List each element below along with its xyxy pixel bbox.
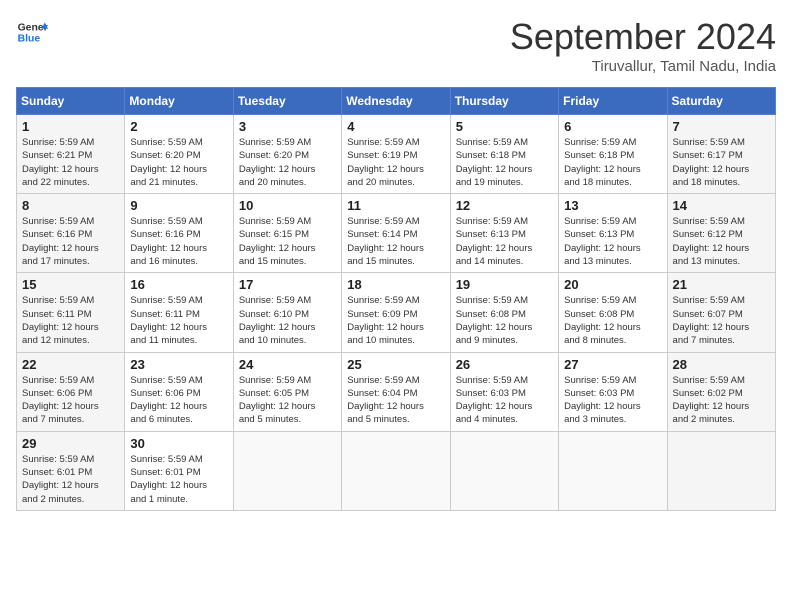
day-26: 26 Sunrise: 5:59 AMSunset: 6:03 PMDaylig…: [450, 352, 558, 431]
empty-cell-5: [667, 431, 775, 510]
col-saturday: Saturday: [667, 88, 775, 115]
logo: General Blue: [16, 16, 48, 48]
day-1: 1 Sunrise: 5:59 AMSunset: 6:21 PMDayligh…: [17, 115, 125, 194]
day-27: 27 Sunrise: 5:59 AMSunset: 6:03 PMDaylig…: [559, 352, 667, 431]
day-21: 21 Sunrise: 5:59 AMSunset: 6:07 PMDaylig…: [667, 273, 775, 352]
day-17: 17 Sunrise: 5:59 AMSunset: 6:10 PMDaylig…: [233, 273, 341, 352]
day-20: 20 Sunrise: 5:59 AMSunset: 6:08 PMDaylig…: [559, 273, 667, 352]
day-28: 28 Sunrise: 5:59 AMSunset: 6:02 PMDaylig…: [667, 352, 775, 431]
col-tuesday: Tuesday: [233, 88, 341, 115]
day-25: 25 Sunrise: 5:59 AMSunset: 6:04 PMDaylig…: [342, 352, 450, 431]
day-23: 23 Sunrise: 5:59 AMSunset: 6:06 PMDaylig…: [125, 352, 233, 431]
day-5: 5 Sunrise: 5:59 AMSunset: 6:18 PMDayligh…: [450, 115, 558, 194]
day-14: 14 Sunrise: 5:59 AMSunset: 6:12 PMDaylig…: [667, 194, 775, 273]
calendar-table: Sunday Monday Tuesday Wednesday Thursday…: [16, 87, 776, 511]
day-3: 3 Sunrise: 5:59 AMSunset: 6:20 PMDayligh…: [233, 115, 341, 194]
day-15: 15 Sunrise: 5:59 AMSunset: 6:11 PMDaylig…: [17, 273, 125, 352]
day-10: 10 Sunrise: 5:59 AMSunset: 6:15 PMDaylig…: [233, 194, 341, 273]
col-thursday: Thursday: [450, 88, 558, 115]
empty-cell-2: [342, 431, 450, 510]
logo-icon: General Blue: [16, 16, 48, 48]
empty-cell-1: [233, 431, 341, 510]
empty-cell-3: [450, 431, 558, 510]
week-row-1: 1 Sunrise: 5:59 AMSunset: 6:21 PMDayligh…: [17, 115, 776, 194]
day-16: 16 Sunrise: 5:59 AMSunset: 6:11 PMDaylig…: [125, 273, 233, 352]
day-7: 7 Sunrise: 5:59 AMSunset: 6:17 PMDayligh…: [667, 115, 775, 194]
day-6: 6 Sunrise: 5:59 AMSunset: 6:18 PMDayligh…: [559, 115, 667, 194]
header-row: Sunday Monday Tuesday Wednesday Thursday…: [17, 88, 776, 115]
day-24: 24 Sunrise: 5:59 AMSunset: 6:05 PMDaylig…: [233, 352, 341, 431]
day-2: 2 Sunrise: 5:59 AMSunset: 6:20 PMDayligh…: [125, 115, 233, 194]
day-8: 8 Sunrise: 5:59 AMSunset: 6:16 PMDayligh…: [17, 194, 125, 273]
day-22: 22 Sunrise: 5:59 AMSunset: 6:06 PMDaylig…: [17, 352, 125, 431]
week-row-3: 15 Sunrise: 5:59 AMSunset: 6:11 PMDaylig…: [17, 273, 776, 352]
day-12: 12 Sunrise: 5:59 AMSunset: 6:13 PMDaylig…: [450, 194, 558, 273]
day-30: 30 Sunrise: 5:59 AMSunset: 6:01 PMDaylig…: [125, 431, 233, 510]
col-sunday: Sunday: [17, 88, 125, 115]
week-row-5: 29 Sunrise: 5:59 AMSunset: 6:01 PMDaylig…: [17, 431, 776, 510]
day-9: 9 Sunrise: 5:59 AMSunset: 6:16 PMDayligh…: [125, 194, 233, 273]
col-friday: Friday: [559, 88, 667, 115]
title-area: September 2024 Tiruvallur, Tamil Nadu, I…: [510, 16, 776, 75]
day-13: 13 Sunrise: 5:59 AMSunset: 6:13 PMDaylig…: [559, 194, 667, 273]
svg-text:Blue: Blue: [18, 34, 41, 45]
header: General Blue September 2024 Tiruvallur, …: [16, 16, 776, 75]
day-4: 4 Sunrise: 5:59 AMSunset: 6:19 PMDayligh…: [342, 115, 450, 194]
week-row-4: 22 Sunrise: 5:59 AMSunset: 6:06 PMDaylig…: [17, 352, 776, 431]
day-11: 11 Sunrise: 5:59 AMSunset: 6:14 PMDaylig…: [342, 194, 450, 273]
col-wednesday: Wednesday: [342, 88, 450, 115]
week-row-2: 8 Sunrise: 5:59 AMSunset: 6:16 PMDayligh…: [17, 194, 776, 273]
day-29: 29 Sunrise: 5:59 AMSunset: 6:01 PMDaylig…: [17, 431, 125, 510]
day-18: 18 Sunrise: 5:59 AMSunset: 6:09 PMDaylig…: [342, 273, 450, 352]
col-monday: Monday: [125, 88, 233, 115]
empty-cell-4: [559, 431, 667, 510]
day-19: 19 Sunrise: 5:59 AMSunset: 6:08 PMDaylig…: [450, 273, 558, 352]
month-title: September 2024: [510, 16, 776, 58]
subtitle: Tiruvallur, Tamil Nadu, India: [510, 58, 776, 75]
